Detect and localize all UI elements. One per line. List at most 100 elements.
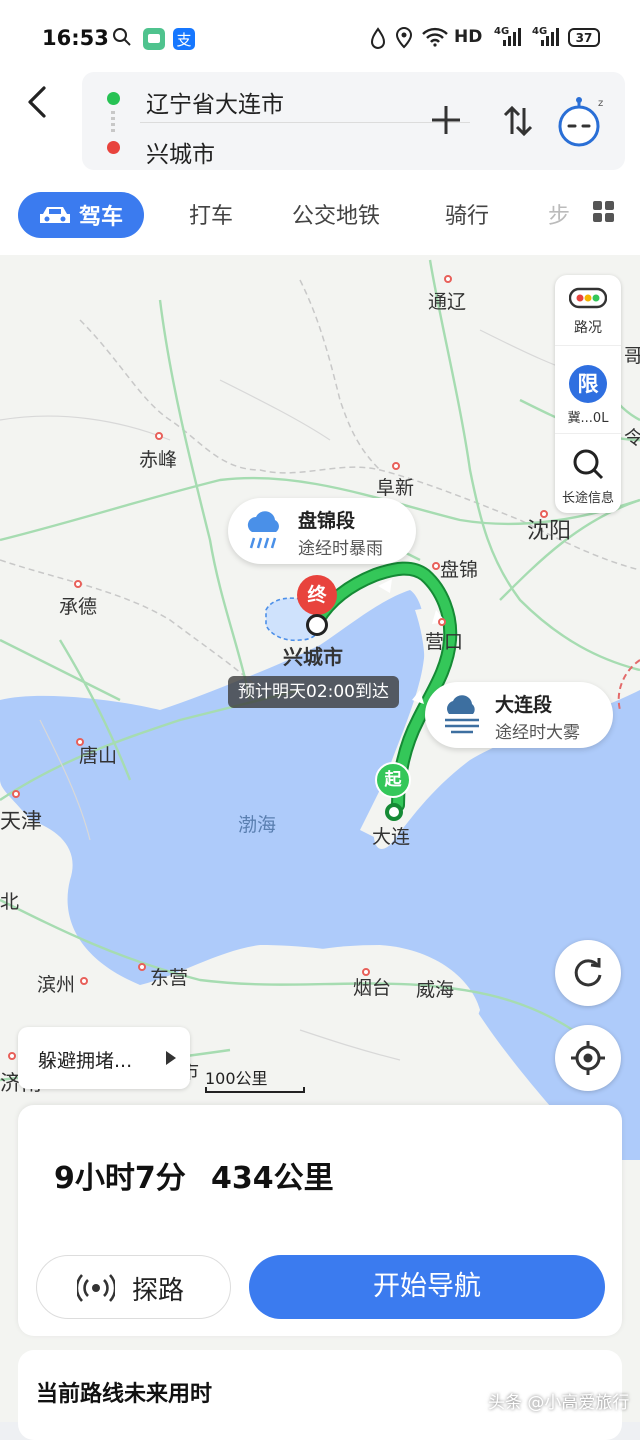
city-dot-dongying bbox=[138, 963, 146, 971]
map-label-dalian: 大连 bbox=[372, 826, 411, 848]
alipay-app-icon: 支 bbox=[172, 27, 196, 51]
location-icon bbox=[395, 27, 413, 49]
weather-panjin-title: 盘锦段 bbox=[298, 510, 356, 532]
wifi-icon bbox=[422, 27, 448, 47]
svg-text:z: z bbox=[598, 98, 603, 109]
restriction-badge: 限 bbox=[569, 365, 607, 403]
destination-field[interactable]: 兴城市 bbox=[146, 135, 215, 169]
end-point-icon bbox=[306, 614, 328, 636]
map-label-shenyang: 沈阳 bbox=[527, 519, 572, 544]
city-dot-tianjin bbox=[12, 790, 20, 798]
long-trip-label: 长途信息 bbox=[561, 491, 614, 506]
refresh-icon bbox=[574, 958, 602, 987]
eta-badge: 预计明天02:00到达 bbox=[228, 676, 399, 708]
map-label-fuxin: 阜新 bbox=[376, 477, 415, 499]
signal-icon-2 bbox=[540, 27, 560, 47]
map-label-chifeng: 赤峰 bbox=[139, 449, 178, 471]
car-icon bbox=[39, 207, 70, 223]
swap-route-button[interactable] bbox=[502, 104, 534, 145]
map-label-tongliao: 通辽 bbox=[428, 291, 467, 313]
map-label-binzhou: 滨州 bbox=[37, 974, 76, 996]
explore-button[interactable]: 探路 bbox=[36, 1255, 231, 1319]
route-connector bbox=[111, 111, 115, 133]
map-label-tangshan: 唐山 bbox=[79, 745, 118, 767]
explore-label: 探路 bbox=[132, 1276, 185, 1306]
status-time: 16:53 bbox=[42, 26, 109, 50]
map-label-weihai: 威海 bbox=[416, 979, 455, 1001]
weather-dalian-subtitle: 途经时大雾 bbox=[495, 723, 580, 743]
search-icon bbox=[573, 449, 604, 480]
end-marker[interactable]: 终 bbox=[297, 575, 337, 615]
fog-icon bbox=[445, 695, 479, 734]
map-label-tianjin: 天津 bbox=[0, 809, 42, 833]
tab-taxi[interactable]: 打车 bbox=[189, 198, 233, 230]
transport-tabs: 驾车 打车 公交地铁 骑行 步 bbox=[0, 188, 640, 248]
weather-dalian-title: 大连段 bbox=[495, 694, 553, 716]
future-time-title: 当前路线未来用时 bbox=[36, 1382, 213, 1407]
origin-field[interactable]: 辽宁省大连市 bbox=[146, 85, 284, 119]
status-bar: 16:53 支 HD 4G 4G 37 bbox=[0, 0, 640, 70]
scale-label: 100公里 bbox=[205, 1069, 268, 1088]
start-navigation-button[interactable]: 开始导航 bbox=[249, 1255, 605, 1319]
traffic-label: 路况 bbox=[574, 320, 602, 336]
svg-text:支: 支 bbox=[176, 31, 191, 49]
assistant-avatar-icon[interactable]: z bbox=[556, 96, 606, 155]
tab-transit[interactable]: 公交地铁 bbox=[292, 198, 380, 230]
traffic-light-icon bbox=[568, 287, 608, 309]
battery-icon: 37 bbox=[568, 28, 600, 47]
triangle-right-icon bbox=[166, 1051, 176, 1065]
message-app-icon bbox=[142, 27, 166, 51]
signal-icon bbox=[502, 27, 522, 47]
map-label-yingkou: 营口 bbox=[425, 631, 464, 653]
drop-icon bbox=[370, 27, 386, 49]
origin-dot-icon bbox=[107, 92, 120, 105]
tab-cycling[interactable]: 骑行 bbox=[445, 198, 489, 230]
map-controls-panel: 路况 限 冀...0L 长途信息 bbox=[555, 275, 621, 513]
traffic-toggle[interactable]: 路况 bbox=[555, 287, 621, 337]
map-label-panjin: 盘锦 bbox=[440, 559, 479, 581]
grid-menu-icon[interactable] bbox=[592, 200, 616, 230]
divider bbox=[555, 433, 621, 435]
route-header: 辽宁省大连市 兴城市 z 驾车 打车 公交地铁 骑行 步 bbox=[0, 70, 640, 255]
city-dot-binzhou bbox=[80, 977, 88, 985]
city-dot-chifeng bbox=[155, 432, 163, 440]
restriction-label: 冀...0L bbox=[567, 411, 609, 426]
map-label-bohai: 渤海 bbox=[238, 814, 277, 836]
search-icon bbox=[112, 27, 132, 47]
avoid-congestion-label: 躲避拥堵... bbox=[38, 1050, 133, 1072]
tab-drive-label: 驾车 bbox=[78, 205, 123, 230]
route-input-box: 辽宁省大连市 兴城市 z bbox=[82, 72, 625, 170]
locate-button[interactable] bbox=[555, 1025, 621, 1091]
city-dot-tongliao bbox=[444, 275, 452, 283]
tab-walk[interactable]: 步 bbox=[548, 198, 570, 230]
watermark: 头条 @小高爱旅行 bbox=[488, 1393, 630, 1413]
back-button[interactable] bbox=[22, 82, 58, 122]
weather-panjin-subtitle: 途经时暴雨 bbox=[298, 539, 383, 559]
start-marker[interactable]: 起 bbox=[375, 762, 411, 798]
city-dot-panjin bbox=[432, 562, 440, 570]
refresh-button[interactable] bbox=[555, 940, 621, 1006]
map-label-edge-right: 哥 bbox=[624, 345, 640, 367]
broadcast-icon bbox=[77, 1274, 115, 1302]
avoid-congestion-button[interactable]: 躲避拥堵... bbox=[18, 1027, 190, 1089]
city-dot-jinan bbox=[8, 1052, 16, 1060]
route-distance: 434公里 bbox=[211, 1161, 334, 1196]
map-label-edge-left: 北 bbox=[0, 891, 20, 913]
scale-bar bbox=[205, 1087, 305, 1093]
weather-bubble-panjin[interactable]: 盘锦段 途经时暴雨 bbox=[228, 498, 416, 564]
rain-icon bbox=[247, 511, 279, 549]
city-dot-fuxin bbox=[392, 462, 400, 470]
start-point-icon bbox=[385, 803, 403, 821]
add-waypoint-button[interactable] bbox=[430, 104, 462, 143]
destination-dot-icon bbox=[107, 141, 120, 154]
map-label-dongying: 东营 bbox=[150, 967, 189, 989]
weather-bubble-dalian[interactable]: 大连段 途经时大雾 bbox=[425, 682, 613, 748]
divider bbox=[140, 122, 470, 123]
hd-indicator: HD bbox=[454, 27, 483, 47]
map-label-chengde: 承德 bbox=[59, 596, 98, 618]
long-trip-info[interactable]: 长途信息 bbox=[555, 447, 621, 506]
tab-drive[interactable]: 驾车 bbox=[18, 192, 144, 238]
map-label-edge-right-2: 令 bbox=[624, 427, 640, 449]
route-duration: 9小时7分 bbox=[54, 1161, 186, 1196]
restriction-toggle[interactable]: 限 冀...0L bbox=[555, 365, 621, 426]
